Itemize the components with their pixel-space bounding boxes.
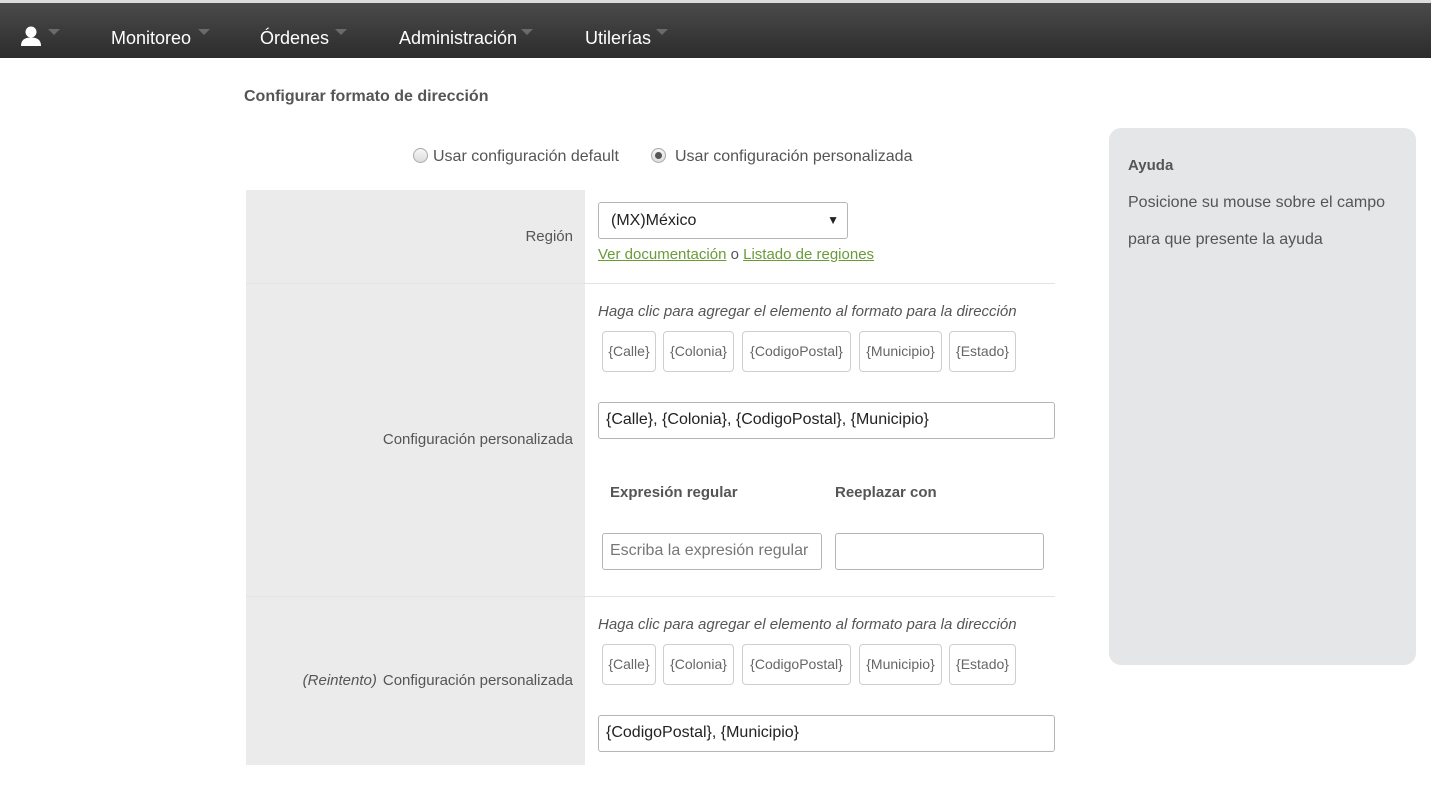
region-select[interactable]: (MX)México ▼ xyxy=(598,202,848,239)
top-navbar: Monitoreo Órdenes Administración Utilerí… xyxy=(0,0,1431,58)
chevron-down-icon xyxy=(335,29,347,35)
retry-format-input[interactable]: {CodigoPostal}, {Municipio} xyxy=(598,715,1055,752)
chevron-down-icon xyxy=(656,29,668,35)
retry-prefix: (Reintento) xyxy=(302,672,377,689)
retry-label-cell: (Reintento) Configuración personalizada xyxy=(246,597,585,765)
documentation-link[interactable]: Ver documentación xyxy=(598,246,726,263)
nav-utilerias-label: Utilerías xyxy=(585,28,652,48)
nav-ordenes[interactable]: Órdenes xyxy=(260,25,347,51)
radio-default[interactable] xyxy=(413,148,428,163)
nav-monitoreo-label: Monitoreo xyxy=(111,28,192,48)
chevron-down-icon xyxy=(521,29,533,35)
nav-administracion-label: Administración xyxy=(399,28,518,48)
chip-calle[interactable]: {Calle} xyxy=(602,331,656,372)
help-panel: Ayuda Posicione su mouse sobre el campo … xyxy=(1109,128,1416,665)
regex-header: Expresión regular xyxy=(610,484,738,501)
radio-custom-label: Usar configuración personalizada xyxy=(675,148,913,165)
retry-label: (Reintento) Configuración personalizada xyxy=(303,672,573,689)
nav-administracion[interactable]: Administración xyxy=(399,25,533,51)
retry-chip-municipio[interactable]: {Municipio} xyxy=(859,644,942,685)
region-links: Ver documentación o Listado de regiones xyxy=(598,246,874,263)
regions-list-link[interactable]: Listado de regiones xyxy=(743,246,874,263)
nav-ordenes-label: Órdenes xyxy=(260,28,330,48)
help-title: Ayuda xyxy=(1128,157,1174,174)
chip-estado[interactable]: {Estado} xyxy=(949,331,1016,372)
custom-hint: Haga clic para agregar el elemento al fo… xyxy=(598,303,1017,320)
region-label-cell: Región xyxy=(246,190,585,283)
page-title: Configurar formato de dirección xyxy=(244,88,489,105)
regex-input[interactable]: Escriba la expresión regular xyxy=(602,533,822,570)
chip-colonia[interactable]: {Colonia} xyxy=(663,331,734,372)
help-body: Posicione su mouse sobre el campo para q… xyxy=(1128,194,1386,248)
retry-chip-calle[interactable]: {Calle} xyxy=(602,644,656,685)
replace-input[interactable] xyxy=(835,533,1044,570)
chevron-down-icon xyxy=(48,29,60,35)
radio-default-label: Usar configuración default xyxy=(433,148,619,165)
user-menu[interactable] xyxy=(20,25,64,49)
nav-monitoreo[interactable]: Monitoreo xyxy=(111,25,210,51)
chip-codigopostal[interactable]: {CodigoPostal} xyxy=(742,331,851,372)
custom-format-input[interactable]: {Calle}, {Colonia}, {CodigoPostal}, {Mun… xyxy=(598,402,1055,439)
retry-chip-estado[interactable]: {Estado} xyxy=(949,644,1016,685)
retry-chip-colonia[interactable]: {Colonia} xyxy=(663,644,734,685)
region-label: Región xyxy=(525,228,573,245)
links-separator: o xyxy=(730,246,739,263)
region-select-value: (MX)México xyxy=(611,212,697,229)
replace-header: Reeplazar con xyxy=(835,484,937,501)
chip-municipio[interactable]: {Municipio} xyxy=(859,331,942,372)
retry-chip-codigopostal[interactable]: {CodigoPostal} xyxy=(742,644,851,685)
retry-label-text: Configuración personalizada xyxy=(382,672,573,689)
custom-label: Configuración personalizada xyxy=(382,431,573,448)
user-icon xyxy=(21,26,41,46)
chevron-down-icon xyxy=(198,29,210,35)
nav-utilerias[interactable]: Utilerías xyxy=(585,25,668,51)
radio-custom[interactable] xyxy=(651,148,666,163)
dropdown-arrow-icon: ▼ xyxy=(827,213,839,227)
retry-hint: Haga clic para agregar el elemento al fo… xyxy=(598,616,1017,633)
custom-label-cell: Configuración personalizada xyxy=(246,284,585,596)
